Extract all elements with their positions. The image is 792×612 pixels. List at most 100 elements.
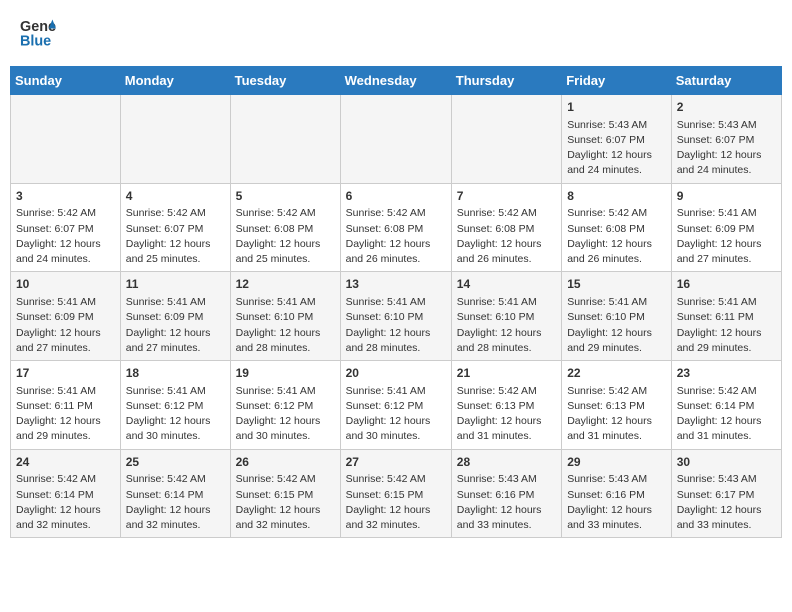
day-info: Sunrise: 5:42 AM Sunset: 6:14 PM Dayligh… xyxy=(677,384,776,445)
day-number: 18 xyxy=(126,365,225,382)
calendar-body: 1 Sunrise: 5:43 AM Sunset: 6:07 PM Daylig… xyxy=(11,95,782,538)
day-info: Sunrise: 5:43 AM Sunset: 6:07 PM Dayligh… xyxy=(567,118,666,179)
calendar-cell: 9Sunrise: 5:41 AM Sunset: 6:09 PM Daylig… xyxy=(671,183,781,272)
day-number: 14 xyxy=(457,276,556,293)
day-info: Sunrise: 5:42 AM Sunset: 6:14 PM Dayligh… xyxy=(126,472,225,533)
calendar-cell: 6Sunrise: 5:42 AM Sunset: 6:08 PM Daylig… xyxy=(340,183,451,272)
logo-icon: General Blue xyxy=(20,15,56,51)
day-number: 11 xyxy=(126,276,225,293)
calendar-cell: 2 Sunrise: 5:43 AM Sunset: 6:07 PM Daylig… xyxy=(671,95,781,184)
calendar-cell: 18 Sunrise: 5:41 AM Sunset: 6:12 PM Dayli… xyxy=(120,361,230,450)
calendar-cell: 1 Sunrise: 5:43 AM Sunset: 6:07 PM Daylig… xyxy=(562,95,672,184)
day-info: Sunrise: 5:41 AM Sunset: 6:10 PM Dayligh… xyxy=(346,295,446,356)
calendar-cell: 3Sunrise: 5:42 AM Sunset: 6:07 PM Daylig… xyxy=(11,183,121,272)
day-info: Sunrise: 5:43 AM Sunset: 6:07 PM Dayligh… xyxy=(677,118,776,179)
day-info: Sunrise: 5:42 AM Sunset: 6:15 PM Dayligh… xyxy=(236,472,335,533)
day-info: Sunrise: 5:42 AM Sunset: 6:08 PM Dayligh… xyxy=(346,206,446,267)
calendar-cell xyxy=(120,95,230,184)
day-number: 8 xyxy=(567,188,666,205)
day-number: 17 xyxy=(16,365,115,382)
day-number: 26 xyxy=(236,454,335,471)
calendar-cell: 14 Sunrise: 5:41 AM Sunset: 6:10 PM Dayli… xyxy=(451,272,561,361)
calendar-cell: 26Sunrise: 5:42 AM Sunset: 6:15 PM Dayli… xyxy=(230,449,340,538)
day-number: 22 xyxy=(567,365,666,382)
header-saturday: Saturday xyxy=(671,67,781,95)
day-info: Sunrise: 5:41 AM Sunset: 6:11 PM Dayligh… xyxy=(16,384,115,445)
header-friday: Friday xyxy=(562,67,672,95)
day-number: 21 xyxy=(457,365,556,382)
header-wednesday: Wednesday xyxy=(340,67,451,95)
header-thursday: Thursday xyxy=(451,67,561,95)
day-number: 20 xyxy=(346,365,446,382)
day-number: 25 xyxy=(126,454,225,471)
calendar-cell: 5Sunrise: 5:42 AM Sunset: 6:08 PM Daylig… xyxy=(230,183,340,272)
calendar-cell: 21Sunrise: 5:42 AM Sunset: 6:13 PM Dayli… xyxy=(451,361,561,450)
svg-text:Blue: Blue xyxy=(20,34,51,50)
day-info: Sunrise: 5:42 AM Sunset: 6:08 PM Dayligh… xyxy=(457,206,556,267)
day-info: Sunrise: 5:41 AM Sunset: 6:09 PM Dayligh… xyxy=(16,295,115,356)
page-header: General Blue xyxy=(10,10,782,56)
day-number: 24 xyxy=(16,454,115,471)
day-info: Sunrise: 5:41 AM Sunset: 6:12 PM Dayligh… xyxy=(126,384,225,445)
day-number: 15 xyxy=(567,276,666,293)
week-row-1: 1 Sunrise: 5:43 AM Sunset: 6:07 PM Daylig… xyxy=(11,95,782,184)
calendar-cell: 28Sunrise: 5:43 AM Sunset: 6:16 PM Dayli… xyxy=(451,449,561,538)
day-number: 7 xyxy=(457,188,556,205)
day-number: 4 xyxy=(126,188,225,205)
day-info: Sunrise: 5:43 AM Sunset: 6:16 PM Dayligh… xyxy=(457,472,556,533)
calendar-cell xyxy=(230,95,340,184)
calendar-cell: 27Sunrise: 5:42 AM Sunset: 6:15 PM Dayli… xyxy=(340,449,451,538)
header-tuesday: Tuesday xyxy=(230,67,340,95)
day-number: 23 xyxy=(677,365,776,382)
day-info: Sunrise: 5:42 AM Sunset: 6:08 PM Dayligh… xyxy=(567,206,666,267)
calendar-cell: 4Sunrise: 5:42 AM Sunset: 6:07 PM Daylig… xyxy=(120,183,230,272)
day-number: 5 xyxy=(236,188,335,205)
day-number: 9 xyxy=(677,188,776,205)
day-info: Sunrise: 5:41 AM Sunset: 6:10 PM Dayligh… xyxy=(567,295,666,356)
calendar-cell: 24Sunrise: 5:42 AM Sunset: 6:14 PM Dayli… xyxy=(11,449,121,538)
week-row-5: 24Sunrise: 5:42 AM Sunset: 6:14 PM Dayli… xyxy=(11,449,782,538)
header-sunday: Sunday xyxy=(11,67,121,95)
calendar-cell: 25Sunrise: 5:42 AM Sunset: 6:14 PM Dayli… xyxy=(120,449,230,538)
day-info: Sunrise: 5:41 AM Sunset: 6:12 PM Dayligh… xyxy=(346,384,446,445)
calendar-cell xyxy=(11,95,121,184)
week-row-4: 17 Sunrise: 5:41 AM Sunset: 6:11 PM Dayli… xyxy=(11,361,782,450)
header-monday: Monday xyxy=(120,67,230,95)
day-info: Sunrise: 5:42 AM Sunset: 6:13 PM Dayligh… xyxy=(567,384,666,445)
day-number: 19 xyxy=(236,365,335,382)
day-info: Sunrise: 5:41 AM Sunset: 6:10 PM Dayligh… xyxy=(457,295,556,356)
day-info: Sunrise: 5:42 AM Sunset: 6:15 PM Dayligh… xyxy=(346,472,446,533)
day-info: Sunrise: 5:42 AM Sunset: 6:07 PM Dayligh… xyxy=(16,206,115,267)
day-number: 30 xyxy=(677,454,776,471)
day-info: Sunrise: 5:41 AM Sunset: 6:10 PM Dayligh… xyxy=(236,295,335,356)
day-number: 12 xyxy=(236,276,335,293)
week-row-2: 3Sunrise: 5:42 AM Sunset: 6:07 PM Daylig… xyxy=(11,183,782,272)
calendar-cell: 11 Sunrise: 5:41 AM Sunset: 6:09 PM Dayli… xyxy=(120,272,230,361)
logo: General Blue xyxy=(20,15,56,51)
day-info: Sunrise: 5:43 AM Sunset: 6:16 PM Dayligh… xyxy=(567,472,666,533)
calendar-cell: 23 Sunrise: 5:42 AM Sunset: 6:14 PM Dayli… xyxy=(671,361,781,450)
calendar-cell: 17 Sunrise: 5:41 AM Sunset: 6:11 PM Dayli… xyxy=(11,361,121,450)
day-number: 6 xyxy=(346,188,446,205)
days-header-row: Sunday Monday Tuesday Wednesday Thursday… xyxy=(11,67,782,95)
day-info: Sunrise: 5:41 AM Sunset: 6:12 PM Dayligh… xyxy=(236,384,335,445)
day-info: Sunrise: 5:41 AM Sunset: 6:11 PM Dayligh… xyxy=(677,295,776,356)
calendar-cell: 30Sunrise: 5:43 AM Sunset: 6:17 PM Dayli… xyxy=(671,449,781,538)
calendar-cell: 8Sunrise: 5:42 AM Sunset: 6:08 PM Daylig… xyxy=(562,183,672,272)
calendar-cell: 16Sunrise: 5:41 AM Sunset: 6:11 PM Dayli… xyxy=(671,272,781,361)
calendar-cell: 29Sunrise: 5:43 AM Sunset: 6:16 PM Dayli… xyxy=(562,449,672,538)
day-info: Sunrise: 5:42 AM Sunset: 6:07 PM Dayligh… xyxy=(126,206,225,267)
calendar-cell: 22 Sunrise: 5:42 AM Sunset: 6:13 PM Dayli… xyxy=(562,361,672,450)
calendar-cell: 7Sunrise: 5:42 AM Sunset: 6:08 PM Daylig… xyxy=(451,183,561,272)
day-number: 28 xyxy=(457,454,556,471)
day-number: 2 xyxy=(677,99,776,116)
day-info: Sunrise: 5:42 AM Sunset: 6:08 PM Dayligh… xyxy=(236,206,335,267)
calendar-cell xyxy=(340,95,451,184)
day-info: Sunrise: 5:42 AM Sunset: 6:14 PM Dayligh… xyxy=(16,472,115,533)
day-info: Sunrise: 5:41 AM Sunset: 6:09 PM Dayligh… xyxy=(126,295,225,356)
calendar-cell: 20 Sunrise: 5:41 AM Sunset: 6:12 PM Dayli… xyxy=(340,361,451,450)
day-number: 1 xyxy=(567,99,666,116)
calendar-cell: 13Sunrise: 5:41 AM Sunset: 6:10 PM Dayli… xyxy=(340,272,451,361)
calendar-cell: 15 Sunrise: 5:41 AM Sunset: 6:10 PM Dayli… xyxy=(562,272,672,361)
calendar-table: Sunday Monday Tuesday Wednesday Thursday… xyxy=(10,66,782,538)
